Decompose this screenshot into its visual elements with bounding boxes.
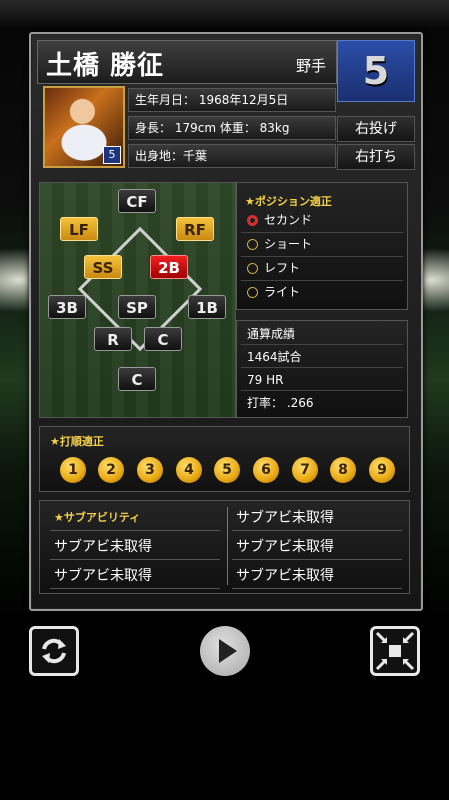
uniform-number-box: 5 — [337, 40, 415, 102]
career-title: 通算成績 — [241, 323, 403, 345]
refresh-button[interactable] — [29, 626, 79, 676]
circle-icon — [247, 239, 258, 250]
sub-ability-slot: サブアビ未取得 — [232, 534, 402, 560]
pos-lf[interactable]: LF — [60, 217, 98, 241]
pos-rp[interactable]: R — [94, 327, 132, 351]
career-stats-panel: 通算成績 1464試合 79 HR 打率： .266 — [236, 320, 408, 418]
bats-label: 右打ち — [337, 144, 415, 170]
position-fit-panel: ★ポジション適正 セカンド ショート レフト ライト — [236, 182, 408, 310]
sub-ability-slot: サブアビ未取得 — [232, 563, 402, 589]
pos-2b[interactable]: 2B — [150, 255, 188, 279]
player-name: 土橋 勝征 — [46, 51, 165, 81]
selected-circle-icon — [247, 215, 258, 226]
play-button[interactable] — [200, 626, 250, 676]
sub-ability-slot: サブアビ未取得 — [232, 505, 402, 531]
batting-order-5: 5 — [214, 457, 240, 483]
pos-3b[interactable]: 3B — [48, 295, 86, 319]
player-header: 土橋 勝征 野手 — [37, 40, 337, 84]
shrink-icon — [375, 631, 415, 671]
player-type: 野手 — [295, 57, 326, 75]
sub-ability-panel: ★サブアビリティ サブアビ未取得 サブアビ未取得 サブアビ未取得 サブアビ未取得… — [39, 500, 410, 594]
position-fit-item: ショート — [241, 233, 403, 257]
position-field: CF LF RF SS 2B 3B SP 1B R C C — [39, 182, 236, 418]
pos-1b[interactable]: 1B — [188, 295, 226, 319]
hometown: 出身地：千葉 — [128, 144, 336, 168]
pos-rf[interactable]: RF — [176, 217, 214, 241]
batting-order-title: ★打順適正 — [50, 435, 104, 448]
position-fit-title: ★ポジション適正 — [245, 195, 332, 208]
sub-ability-title: ★サブアビリティ — [50, 505, 220, 531]
pos-ss[interactable]: SS — [84, 255, 122, 279]
divider — [227, 507, 228, 585]
pos-sp[interactable]: SP — [118, 295, 156, 319]
refresh-icon — [42, 638, 66, 664]
sub-ability-slot: サブアビ未取得 — [50, 534, 220, 560]
batting-order-4: 4 — [176, 457, 202, 483]
birthdate: 生年月日： 1968年12月5日 — [128, 88, 336, 112]
batting-order-6: 6 — [253, 457, 279, 483]
pos-cp[interactable]: C — [144, 327, 182, 351]
circle-icon — [247, 263, 258, 274]
pos-cf[interactable]: CF — [118, 189, 156, 213]
shrink-button[interactable] — [370, 626, 420, 676]
throws-label: 右投げ — [337, 116, 415, 142]
career-games: 1464試合 — [241, 346, 403, 368]
batting-order-7: 7 — [292, 457, 318, 483]
player-card: 土橋 勝征 野手 5 右投げ 右打ち 5 生年月日： 1968年12月5日 身長… — [29, 32, 423, 611]
career-avg: 打率： .266 — [247, 396, 314, 410]
batting-order-1: 1 — [60, 457, 86, 483]
portrait-number-badge: 5 — [103, 146, 121, 164]
batting-order-9: 9 — [369, 457, 395, 483]
position-fit-item: セカンド — [241, 209, 403, 233]
batting-order-2: 2 — [98, 457, 124, 483]
height-weight: 身長： 179cm 体重： 83kg — [128, 116, 336, 140]
career-hr: 79 HR — [241, 369, 403, 391]
play-icon — [219, 639, 237, 663]
player-portrait: 5 — [43, 86, 125, 168]
circle-icon — [247, 287, 258, 298]
sub-ability-slot: サブアビ未取得 — [50, 563, 220, 589]
batting-order-8: 8 — [330, 457, 356, 483]
batting-order-panel: ★打順適正 1 2 3 4 5 6 7 8 9 — [39, 426, 410, 492]
uniform-number: 5 — [362, 49, 390, 93]
position-fit-item: ライト — [241, 281, 403, 304]
batting-order-3: 3 — [137, 457, 163, 483]
pos-c[interactable]: C — [118, 367, 156, 391]
position-fit-item: レフト — [241, 257, 403, 281]
